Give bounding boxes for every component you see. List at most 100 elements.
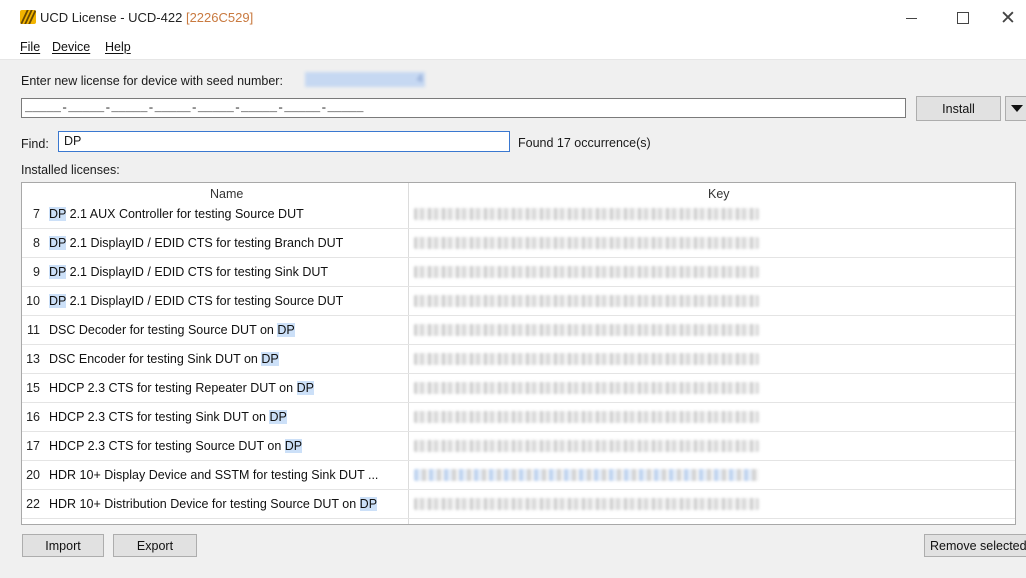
row-number: 16 [26, 410, 40, 424]
row-number: 7 [33, 207, 40, 221]
license-name-text: HDCP 2.3 CTS for testing Repeater DUT on [49, 381, 297, 395]
license-key-redacted [414, 353, 759, 365]
seed-prompt-label: Enter new license for device with seed n… [21, 74, 283, 88]
license-name: HDR 10+ Distribution Device for testing … [49, 497, 378, 511]
license-name-text: HDCP 2.3 CTS for testing Sink DUT on [49, 410, 270, 424]
license-name-text: 2.1 AUX Controller for testing Source DU… [66, 207, 304, 221]
column-header-name[interactable]: Name [210, 187, 243, 201]
table-row[interactable]: 11 DSC Decoder for testing Source DUT on … [22, 316, 1015, 345]
license-name: HDCP 2.3 CTS for testing Repeater DUT on… [49, 381, 314, 395]
license-name: HDCP 2.3 CTS for testing Sink DUT on DP [49, 410, 287, 424]
license-name-text: 2.1 DisplayID / EDID CTS for testing Sou… [66, 294, 344, 308]
license-key-redacted [414, 469, 759, 481]
dropdown-arrow-icon [1011, 105, 1023, 112]
license-key-redacted [414, 440, 759, 452]
row-number: 20 [26, 468, 40, 482]
seed-number-value: 4 [305, 72, 425, 87]
license-name-text: HDR 10+ Distribution Device for testing … [49, 497, 360, 511]
license-name-text: DSC Encoder for testing Sink DUT on [49, 352, 262, 366]
minimize-icon [905, 17, 917, 19]
menu-file[interactable]: File [20, 40, 40, 54]
license-name: DP 2.1 DisplayID / EDID CTS for testing … [49, 236, 343, 250]
table-row[interactable]: 8 DP 2.1 DisplayID / EDID CTS for testing… [22, 229, 1015, 258]
license-name-text: 2.1 DisplayID / EDID CTS for testing Sin… [66, 265, 329, 279]
license-key-redacted [414, 208, 759, 220]
seed-number-text: 4 [416, 73, 423, 85]
remove-selected-button[interactable]: Remove selected [924, 534, 1026, 557]
license-name: HDR 10+ Display Device and SSTM for test… [49, 468, 378, 482]
table-row[interactable]: 17 HDCP 2.3 CTS for testing Source DUT on… [22, 432, 1015, 461]
table-row[interactable]: 20 HDR 10+ Display Device and SSTM for te… [22, 461, 1015, 490]
search-highlight: DP [277, 323, 295, 337]
install-options-button[interactable] [1005, 96, 1026, 121]
search-highlight: DP [359, 497, 378, 511]
license-name-text: 2.1 DisplayID / EDID CTS for testing Bra… [66, 236, 344, 250]
menu-bar: File Device Help [0, 36, 1026, 60]
license-key-redacted [414, 295, 759, 307]
row-number: 8 [33, 236, 40, 250]
table-row[interactable]: 15 HDCP 2.3 CTS for testing Repeater DUT … [22, 374, 1015, 403]
search-highlight: DP [49, 207, 67, 221]
table-row[interactable]: 16 HDCP 2.3 CTS for testing Sink DUT on D… [22, 403, 1015, 432]
find-label: Find: [21, 137, 49, 151]
license-name: DSC Decoder for testing Source DUT on DP [49, 323, 295, 337]
install-button[interactable]: Install [916, 96, 1001, 121]
scroll-down-icon[interactable]: v [1015, 508, 1016, 524]
window-title-text: UCD License - UCD-422 [40, 10, 183, 25]
column-header-key[interactable]: Key [708, 187, 730, 201]
license-key-redacted [414, 498, 759, 510]
license-name: DSC Encoder for testing Sink DUT on DP [49, 352, 279, 366]
scroll-up-icon[interactable]: ^ [1015, 185, 1016, 201]
window-title: UCD License - UCD-422 [2226C529] [40, 10, 253, 25]
row-number: 17 [26, 439, 40, 453]
close-button[interactable]: ✕ [990, 4, 1026, 32]
row-number: 13 [26, 352, 40, 366]
window-title-serial: [2226C529] [185, 10, 254, 25]
table-row[interactable]: 9 DP 2.1 DisplayID / EDID CTS for testing… [22, 258, 1015, 287]
license-name: DP 2.1 AUX Controller for testing Source… [49, 207, 304, 221]
search-highlight: DP [49, 265, 67, 279]
search-highlight: DP [49, 236, 67, 250]
search-highlight: DP [284, 439, 303, 453]
license-key-redacted [414, 382, 759, 394]
search-highlight: DP [269, 410, 287, 424]
find-result-text: Found 17 occurrence(s) [518, 136, 651, 150]
menu-help[interactable]: Help [105, 40, 131, 54]
maximize-button[interactable] [940, 4, 986, 32]
row-number: 11 [27, 323, 40, 337]
export-button[interactable]: Export [113, 534, 197, 557]
license-name-text: HDCP 2.3 CTS for testing Source DUT on [49, 439, 285, 453]
license-name: HDCP 2.3 CTS for testing Source DUT on D… [49, 439, 303, 453]
license-key-redacted [414, 411, 759, 423]
table-row[interactable]: 10 DP 2.1 DisplayID / EDID CTS for testin… [22, 287, 1015, 316]
license-name: DP 2.1 DisplayID / EDID CTS for testing … [49, 294, 343, 308]
search-highlight: DP [296, 381, 314, 395]
license-name-text: DSC Decoder for testing Source DUT on [49, 323, 278, 337]
title-bar: UCD License - UCD-422 [2226C529] ✕ [0, 0, 1026, 36]
license-key-redacted [414, 266, 759, 278]
table-row[interactable]: 13 DSC Encoder for testing Sink DUT on DP [22, 345, 1015, 374]
license-name: DP 2.1 DisplayID / EDID CTS for testing … [49, 265, 328, 279]
table-scrollbar[interactable]: ^ v [1015, 183, 1016, 524]
find-input[interactable]: DP [58, 131, 510, 152]
license-key-redacted [414, 324, 759, 336]
license-key-redacted [414, 237, 759, 249]
row-number: 22 [26, 497, 40, 511]
search-highlight: DP [49, 294, 67, 308]
close-icon: ✕ [1000, 7, 1016, 29]
table-row[interactable]: 22 HDR 10+ Distribution Device for testin… [22, 490, 1015, 519]
license-key-input[interactable]: _____-_____-_____-_____-_____-_____-____… [21, 98, 906, 118]
installed-licenses-label: Installed licenses: [21, 163, 120, 177]
row-number: 15 [26, 381, 40, 395]
license-name-text: HDR 10+ Display Device and SSTM for test… [49, 468, 379, 482]
maximize-icon [957, 12, 969, 24]
row-number: 9 [33, 265, 40, 279]
menu-device[interactable]: Device [52, 40, 90, 54]
table-row[interactable]: 7 DP 2.1 AUX Controller for testing Sourc… [22, 200, 1015, 229]
licenses-table[interactable]: Name Key 7 DP 2.1 AUX Controller for test… [21, 182, 1016, 525]
row-number: 10 [26, 294, 40, 308]
minimize-button[interactable] [888, 4, 934, 32]
import-button[interactable]: Import [22, 534, 104, 557]
app-logo-icon [20, 10, 36, 24]
search-highlight: DP [261, 352, 279, 366]
